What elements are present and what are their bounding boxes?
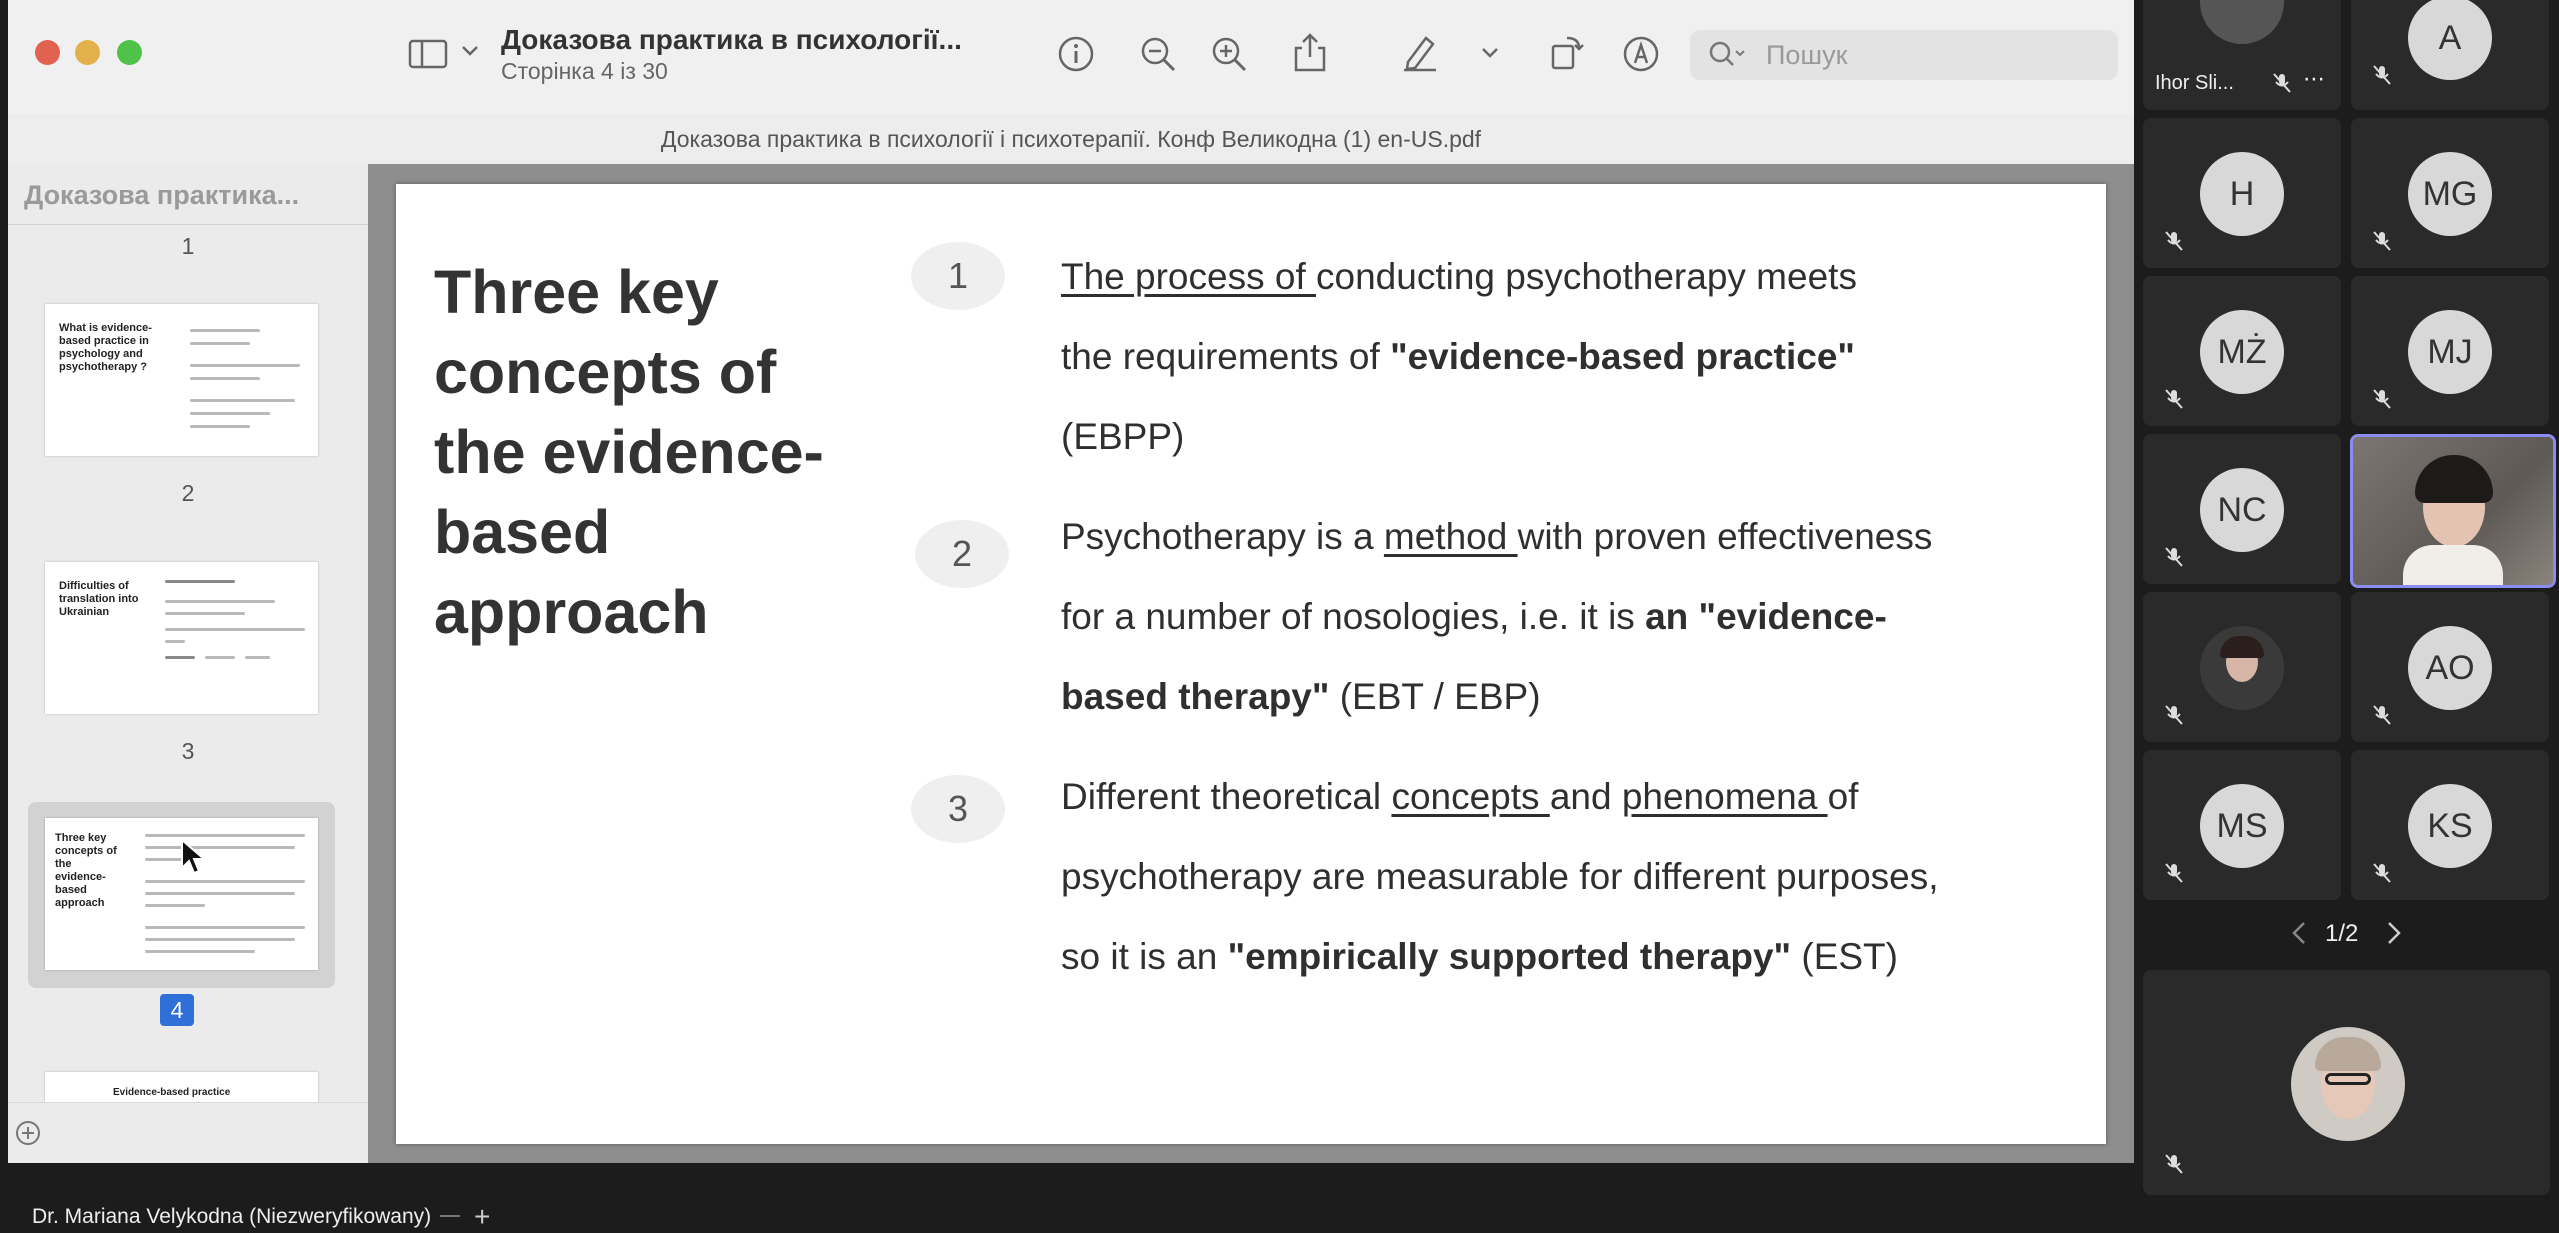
search-field[interactable]: Пошук — [1690, 30, 2118, 80]
minimize-window-button[interactable] — [75, 40, 100, 65]
participant-avatar: MS — [2200, 784, 2284, 868]
mouse-cursor-icon — [180, 837, 207, 881]
item-1-line-3: (EBPP) — [1061, 416, 1185, 457]
participant-tile[interactable]: AO — [2351, 592, 2549, 742]
previous-page-icon[interactable] — [2290, 920, 2308, 951]
item-number-3: 3 — [911, 775, 1005, 843]
participant-avatar: MG — [2408, 152, 2492, 236]
item-1-line-2: the requirements of "evidence-based prac… — [1061, 336, 1855, 377]
item-2-line-3: based therapy" (EBT / EBP) — [1061, 676, 1541, 717]
mic-muted-icon — [2371, 230, 2393, 252]
participant-tile[interactable]: A — [2351, 0, 2549, 110]
next-page-icon[interactable] — [2385, 920, 2403, 951]
toolbar: Доказова практика в психології... Сторін… — [8, 0, 2134, 115]
mic-muted-icon — [2163, 388, 2185, 410]
participant-photo — [2200, 626, 2284, 710]
selected-page-badge: 4 — [160, 994, 194, 1026]
presenter-name: Dr. Mariana Velykodna (Niezweryfikowany) — [32, 1205, 432, 1228]
self-view-tile[interactable] — [2143, 970, 2550, 1195]
participant-tile[interactable] — [2143, 592, 2341, 742]
glasses-shape — [2325, 1073, 2371, 1085]
sidebar-toggle-icon[interactable] — [406, 32, 450, 76]
participant-avatar: H — [2200, 152, 2284, 236]
participant-tile[interactable]: MG — [2351, 118, 2549, 268]
thumbnail-page-2[interactable]: Difficulties of translation into Ukraini… — [45, 562, 318, 714]
participant-avatar: AO — [2408, 626, 2492, 710]
thumbnail-page-1[interactable]: What is evidence-based practice in psych… — [45, 304, 318, 456]
search-icon — [1708, 40, 1748, 75]
zoom-window-button[interactable] — [117, 40, 142, 65]
participant-name: Ihor Sli... — [2155, 72, 2234, 94]
mic-muted-icon — [2371, 64, 2393, 86]
item-3-line-1: Different theoretical concepts and pheno… — [1061, 776, 1859, 817]
sidebar-title: Доказова практика... — [24, 180, 300, 210]
item-2-line-1: Psychotherapy is a method with proven ef… — [1061, 516, 1933, 557]
item-3-line-2: psychotherapy are measurable for differe… — [1061, 856, 1939, 897]
annotate-icon[interactable] — [1619, 32, 1663, 76]
mic-muted-icon — [2163, 230, 2185, 252]
participant-tile-active-speaker[interactable] — [2350, 434, 2556, 588]
mic-muted-icon — [2163, 862, 2185, 884]
participant-tile[interactable]: MS — [2143, 750, 2341, 900]
mic-muted-icon — [2163, 704, 2185, 726]
mic-muted-icon — [2371, 862, 2393, 884]
mic-muted-icon — [2371, 388, 2393, 410]
plus-icon[interactable]: + — [474, 1201, 490, 1233]
info-icon[interactable] — [1054, 32, 1098, 76]
zoom-in-icon[interactable] — [1207, 32, 1251, 76]
participant-tile[interactable]: NC — [2143, 434, 2341, 584]
shirt-shape — [2403, 545, 2503, 585]
rotate-icon[interactable] — [1545, 30, 1589, 74]
presenter-bar: Dr. Mariana Velykodna (Niezweryfikowany)… — [0, 1163, 2140, 1232]
participant-tile[interactable]: H — [2143, 118, 2341, 268]
chevron-down-icon[interactable] — [461, 44, 479, 63]
participant-tile[interactable]: Ihor Sli... ⋯ — [2143, 0, 2341, 110]
search-placeholder: Пошук — [1766, 40, 1848, 70]
document-title: Доказова практика в психології... — [501, 24, 962, 55]
divider-line — [440, 1215, 460, 1217]
more-options-icon[interactable]: ⋯ — [2303, 66, 2325, 92]
participant-avatar: KS — [2408, 784, 2492, 868]
close-window-button[interactable] — [35, 40, 60, 65]
thumbnail-page-number: 2 — [181, 480, 195, 506]
participant-tile[interactable]: KS — [2351, 750, 2549, 900]
slide-title: Three key concepts of the evidence-based… — [434, 258, 824, 646]
add-page-icon[interactable] — [14, 1119, 42, 1152]
zoom-out-icon[interactable] — [1136, 32, 1180, 76]
thumbnail-sidebar: Доказова практика... 1 What is evidence-… — [8, 164, 369, 1163]
participant-avatar: A — [2408, 0, 2492, 80]
participant-tile[interactable]: MŻ — [2143, 276, 2341, 426]
thumbnail-page-number: 3 — [181, 738, 195, 764]
sidebar-footer — [8, 1102, 368, 1163]
thumbnail-page-number: 1 — [181, 233, 195, 259]
chevron-down-icon[interactable] — [1481, 46, 1499, 65]
item-1-line-1: The process of conducting psychotherapy … — [1061, 256, 1857, 297]
participant-avatar: MŻ — [2200, 310, 2284, 394]
participant-avatar: NC — [2200, 468, 2284, 552]
mic-muted-icon — [2271, 72, 2293, 99]
item-3-line-3: so it is an "empirically supported thera… — [1061, 936, 1898, 977]
participant-photo — [2291, 1027, 2405, 1141]
item-2-line-2: for a number of nosologies, i.e. it is a… — [1061, 596, 1887, 637]
page-status: Сторінка 4 із 30 — [501, 58, 668, 84]
markup-pen-icon[interactable] — [1398, 30, 1442, 74]
file-name: Доказова практика в психології і психоте… — [8, 114, 2134, 165]
mic-muted-icon — [2371, 704, 2393, 726]
participant-tile[interactable]: MJ — [2351, 276, 2549, 426]
participant-pagination: 1/2 — [2325, 920, 2359, 947]
participant-photo — [2200, 0, 2284, 44]
mic-muted-icon — [2163, 1153, 2185, 1175]
share-icon[interactable] — [1288, 30, 1332, 74]
mic-muted-icon — [2163, 546, 2185, 568]
item-number-1: 1 — [911, 242, 1005, 310]
participant-avatar: MJ — [2408, 310, 2492, 394]
item-number-2: 2 — [915, 520, 1009, 588]
